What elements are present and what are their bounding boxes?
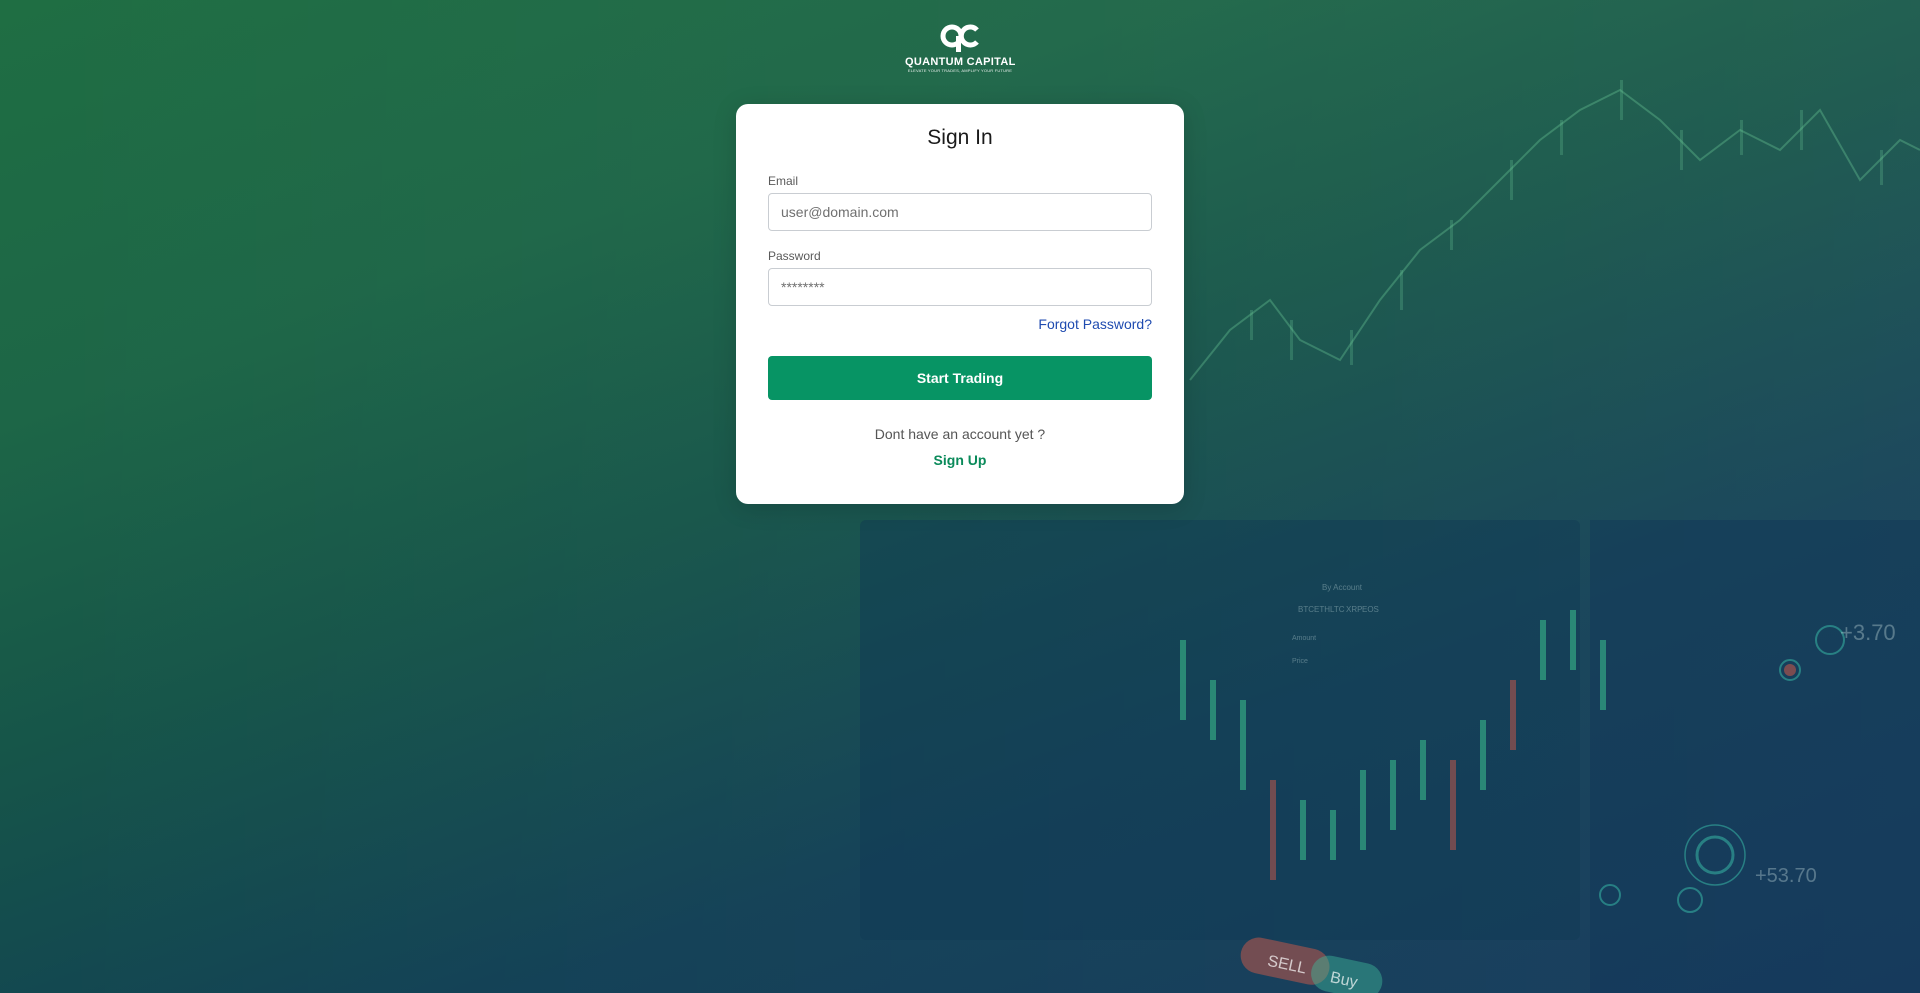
email-field-group: Email xyxy=(768,174,1152,231)
bg-buy-label: Buy xyxy=(1329,969,1360,991)
sign-up-link[interactable]: Sign Up xyxy=(768,452,1152,468)
brand-name: QUANTUM CAPITAL xyxy=(905,56,1016,68)
password-input[interactable] xyxy=(768,268,1152,306)
price-label: Price xyxy=(1292,658,1308,665)
panel-title: By Account xyxy=(1322,583,1363,592)
ticker-btc: BTC xyxy=(1298,605,1314,614)
email-label: Email xyxy=(768,174,799,188)
map-value-1: +3.70 xyxy=(1840,620,1896,645)
brand-tagline: ELEVATE YOUR TRADES, AMPLIFY YOUR FUTURE xyxy=(907,68,1013,73)
start-trading-button[interactable]: Start Trading xyxy=(768,356,1152,400)
forgot-row: Forgot Password? xyxy=(768,316,1152,334)
ticker-eos: EOS xyxy=(1362,605,1379,614)
ticker-eth: ETH xyxy=(1314,605,1330,614)
ticker-ltc: LTC xyxy=(1330,605,1345,614)
brand-logo: QUANTUM CAPITAL ELEVATE YOUR TRADES, AMP… xyxy=(905,24,1015,73)
no-account-text: Dont have an account yet ? xyxy=(874,426,1046,442)
qc-monogram-icon xyxy=(940,24,979,52)
ticker-xrp: XRP xyxy=(1346,605,1362,614)
bg-sell-label: SELL xyxy=(1266,953,1308,978)
password-label: Password xyxy=(768,249,821,263)
forgot-password-link[interactable]: Forgot Password? xyxy=(1038,316,1152,332)
sign-in-card: Sign In Email Password Forgot Password? … xyxy=(736,104,1184,504)
password-field-group: Password xyxy=(768,249,1152,306)
email-input[interactable] xyxy=(768,193,1152,231)
page-title: Sign In xyxy=(927,126,993,149)
upper-chart-line xyxy=(1189,88,1920,381)
amount-label: Amount xyxy=(1292,635,1316,642)
map-value-2: +53.70 xyxy=(1755,865,1817,887)
